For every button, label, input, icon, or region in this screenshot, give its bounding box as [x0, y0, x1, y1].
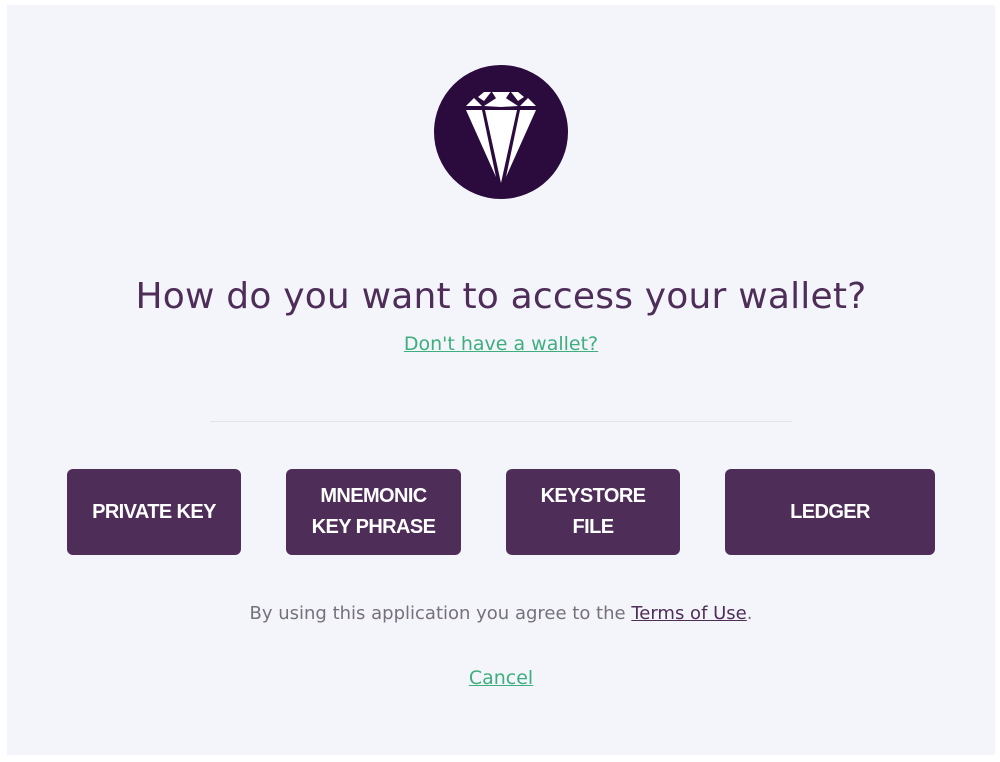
cancel-link[interactable]: Cancel — [7, 665, 995, 691]
terms-suffix: . — [746, 603, 753, 624]
dont-have-wallet-link[interactable]: Don't have a wallet? — [7, 331, 995, 357]
button-label: LEDGER — [790, 500, 870, 523]
button-label: FILE — [572, 516, 615, 538]
keystore-file-button[interactable]: KEYSTORE FILE — [506, 469, 680, 555]
diamond-icon — [466, 92, 536, 183]
button-label: KEYSTORE — [540, 485, 646, 507]
page-title: How do you want to access your wallet? — [135, 276, 867, 317]
button-label: PRIVATE KEY — [92, 500, 216, 523]
terms-of-use-link[interactable]: Terms of Use — [631, 603, 746, 624]
button-label: MNEMONIC — [320, 485, 427, 507]
wallet-access-page: How do you want to access your wallet? D… — [7, 5, 995, 755]
logo — [434, 65, 568, 199]
private-key-button[interactable]: PRIVATE KEY — [67, 469, 241, 555]
divider — [210, 421, 792, 422]
ledger-button[interactable]: LEDGER — [725, 469, 935, 555]
button-label: KEY PHRASE — [311, 516, 436, 538]
terms-notice: By using this application you agree to t… — [7, 602, 995, 626]
terms-prefix: By using this application you agree to t… — [249, 603, 632, 624]
mnemonic-key-phrase-button[interactable]: MNEMONIC KEY PHRASE — [286, 469, 461, 555]
